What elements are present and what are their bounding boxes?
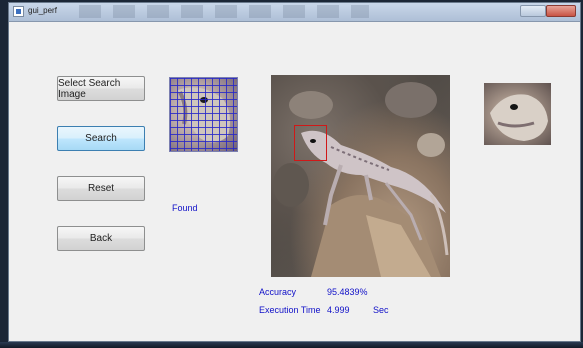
scene-image [271,75,450,277]
title-bar: gui_perf [9,3,580,22]
back-button[interactable]: Back [57,226,145,251]
lizard-scene-graphic [273,82,449,277]
select-search-image-button[interactable]: Select Search Image [57,76,145,101]
lizard-head-crop-graphic [490,94,548,141]
figure-content: Select Search Image Search Reset Back Fo… [9,22,580,341]
detection-box [294,125,327,161]
window-title: gui_perf [28,6,57,15]
grid-overlay [170,78,237,151]
app-icon [13,6,24,17]
app-window: gui_perf Select Search Image Search Rese… [8,2,581,342]
taskbar [0,342,583,348]
close-button[interactable] [546,5,576,17]
found-status-label: Found [172,203,198,213]
search-button[interactable]: Search [57,126,145,151]
title-bar-toolbar-ghost [79,5,369,18]
reset-button[interactable]: Reset [57,176,145,201]
execution-time-unit: Sec [373,305,389,315]
accuracy-label: Accuracy [259,287,297,297]
minimize-maximize-button[interactable] [520,5,546,17]
execution-time-value: 4.999 [327,305,350,315]
accuracy-value: 95.4839% [327,287,368,297]
execution-time-label: Execution Time [259,305,321,315]
matched-region-image [484,83,551,145]
search-image-grid-preview [169,77,238,152]
